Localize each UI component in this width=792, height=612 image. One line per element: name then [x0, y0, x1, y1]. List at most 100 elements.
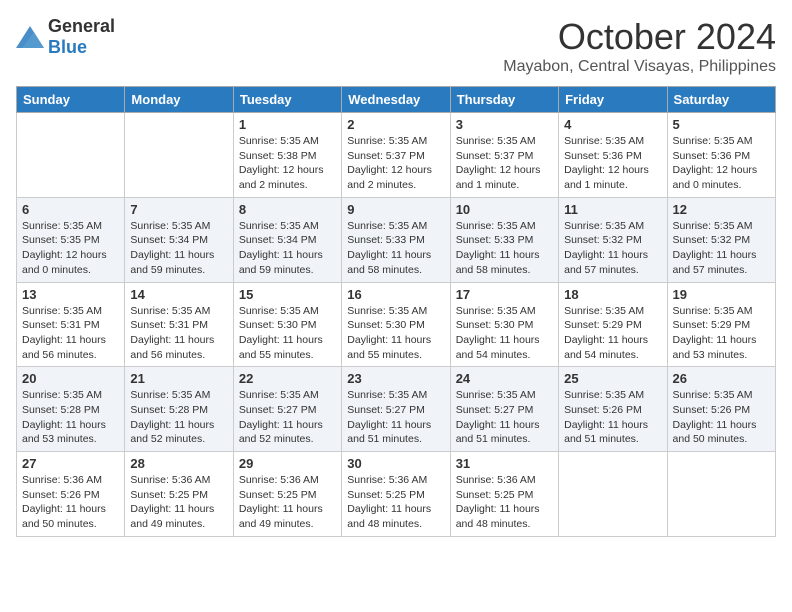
calendar-cell: 11Sunrise: 5:35 AMSunset: 5:32 PMDayligh…: [559, 197, 667, 282]
calendar-cell: 25 Sunrise: 5:35 AMSunset: 5:26 PMDayligh…: [559, 367, 667, 452]
day-info: Sunrise: 5:36 AMSunset: 5:25 PMDaylight:…: [456, 473, 553, 532]
day-number: 29: [239, 456, 336, 471]
day-number: 19: [673, 287, 770, 302]
day-info: Sunrise: 5:35 AMSunset: 5:27 PMDaylight:…: [347, 388, 444, 447]
calendar-cell: [667, 452, 775, 537]
day-info: Sunrise: 5:35 AMSunset: 5:30 PMDaylight:…: [239, 304, 336, 363]
day-number: 2: [347, 117, 444, 132]
day-info: Sunrise: 5:36 AMSunset: 5:25 PMDaylight:…: [130, 473, 227, 532]
calendar-cell: 20Sunrise: 5:35 AMSunset: 5:28 PMDayligh…: [17, 367, 125, 452]
location-title: Mayabon, Central Visayas, Philippines: [503, 58, 776, 76]
day-number: 6: [22, 202, 119, 217]
calendar-cell: 31 Sunrise: 5:36 AMSunset: 5:25 PMDayligh…: [450, 452, 558, 537]
day-info: Sunrise: 5:35 AMSunset: 5:33 PMDaylight:…: [347, 219, 444, 278]
day-number: 4: [564, 117, 661, 132]
day-number: 13: [22, 287, 119, 302]
logo-text: General Blue: [48, 16, 115, 58]
day-number: 8: [239, 202, 336, 217]
logo-icon: [16, 26, 44, 48]
day-info: Sunrise: 5:35 AMSunset: 5:30 PMDaylight:…: [347, 304, 444, 363]
calendar-cell: 27 Sunrise: 5:36 AMSunset: 5:26 PMDayligh…: [17, 452, 125, 537]
page-header: General Blue October 2024 Mayabon, Centr…: [16, 16, 776, 76]
week-row-1: 1 Sunrise: 5:35 AMSunset: 5:38 PMDaylight…: [17, 113, 776, 198]
col-header-friday: Friday: [559, 87, 667, 113]
day-number: 30: [347, 456, 444, 471]
day-number: 23: [347, 371, 444, 386]
logo: General Blue: [16, 16, 115, 58]
day-number: 22: [239, 371, 336, 386]
calendar-cell: 16 Sunrise: 5:35 AMSunset: 5:30 PMDayligh…: [342, 282, 450, 367]
calendar-cell: 14Sunrise: 5:35 AMSunset: 5:31 PMDayligh…: [125, 282, 233, 367]
day-number: 26: [673, 371, 770, 386]
day-number: 15: [239, 287, 336, 302]
calendar-cell: 9 Sunrise: 5:35 AMSunset: 5:33 PMDaylight…: [342, 197, 450, 282]
calendar-cell: 1 Sunrise: 5:35 AMSunset: 5:38 PMDaylight…: [233, 113, 341, 198]
day-info: Sunrise: 5:36 AMSunset: 5:25 PMDaylight:…: [347, 473, 444, 532]
day-number: 31: [456, 456, 553, 471]
calendar-cell: 8Sunrise: 5:35 AMSunset: 5:34 PMDaylight…: [233, 197, 341, 282]
calendar-cell: 6 Sunrise: 5:35 AMSunset: 5:35 PMDaylight…: [17, 197, 125, 282]
calendar-cell: [17, 113, 125, 198]
day-info: Sunrise: 5:35 AMSunset: 5:28 PMDaylight:…: [130, 388, 227, 447]
day-info: Sunrise: 5:35 AMSunset: 5:32 PMDaylight:…: [673, 219, 770, 278]
calendar-cell: 22 Sunrise: 5:35 AMSunset: 5:27 PMDayligh…: [233, 367, 341, 452]
day-info: Sunrise: 5:35 AMSunset: 5:38 PMDaylight:…: [239, 134, 336, 193]
calendar-cell: 13 Sunrise: 5:35 AMSunset: 5:31 PMDayligh…: [17, 282, 125, 367]
logo-general: General: [48, 16, 115, 36]
day-number: 17: [456, 287, 553, 302]
calendar-cell: 18Sunrise: 5:35 AMSunset: 5:29 PMDayligh…: [559, 282, 667, 367]
day-number: 27: [22, 456, 119, 471]
calendar-cell: 24Sunrise: 5:35 AMSunset: 5:27 PMDayligh…: [450, 367, 558, 452]
week-row-3: 13 Sunrise: 5:35 AMSunset: 5:31 PMDayligh…: [17, 282, 776, 367]
day-info: Sunrise: 5:35 AMSunset: 5:36 PMDaylight:…: [564, 134, 661, 193]
logo-blue: Blue: [48, 37, 87, 57]
day-number: 24: [456, 371, 553, 386]
day-info: Sunrise: 5:35 AMSunset: 5:31 PMDaylight:…: [22, 304, 119, 363]
day-info: Sunrise: 5:36 AMSunset: 5:26 PMDaylight:…: [22, 473, 119, 532]
col-header-saturday: Saturday: [667, 87, 775, 113]
title-block: October 2024 Mayabon, Central Visayas, P…: [503, 16, 776, 76]
day-info: Sunrise: 5:35 AMSunset: 5:37 PMDaylight:…: [347, 134, 444, 193]
day-info: Sunrise: 5:35 AMSunset: 5:26 PMDaylight:…: [564, 388, 661, 447]
calendar-header-row: SundayMondayTuesdayWednesdayThursdayFrid…: [17, 87, 776, 113]
day-number: 16: [347, 287, 444, 302]
calendar-cell: 28 Sunrise: 5:36 AMSunset: 5:25 PMDayligh…: [125, 452, 233, 537]
day-info: Sunrise: 5:35 AMSunset: 5:35 PMDaylight:…: [22, 219, 119, 278]
calendar-cell: 30 Sunrise: 5:36 AMSunset: 5:25 PMDayligh…: [342, 452, 450, 537]
calendar-cell: [125, 113, 233, 198]
day-number: 3: [456, 117, 553, 132]
day-number: 14: [130, 287, 227, 302]
week-row-5: 27 Sunrise: 5:36 AMSunset: 5:26 PMDayligh…: [17, 452, 776, 537]
day-info: Sunrise: 5:35 AMSunset: 5:28 PMDaylight:…: [22, 388, 119, 447]
calendar-cell: 15 Sunrise: 5:35 AMSunset: 5:30 PMDayligh…: [233, 282, 341, 367]
day-info: Sunrise: 5:35 AMSunset: 5:30 PMDaylight:…: [456, 304, 553, 363]
col-header-monday: Monday: [125, 87, 233, 113]
calendar-cell: 5Sunrise: 5:35 AMSunset: 5:36 PMDaylight…: [667, 113, 775, 198]
calendar-cell: 2 Sunrise: 5:35 AMSunset: 5:37 PMDaylight…: [342, 113, 450, 198]
col-header-sunday: Sunday: [17, 87, 125, 113]
day-number: 21: [130, 371, 227, 386]
day-number: 25: [564, 371, 661, 386]
calendar-cell: 3 Sunrise: 5:35 AMSunset: 5:37 PMDaylight…: [450, 113, 558, 198]
day-info: Sunrise: 5:35 AMSunset: 5:26 PMDaylight:…: [673, 388, 770, 447]
calendar-cell: 10Sunrise: 5:35 AMSunset: 5:33 PMDayligh…: [450, 197, 558, 282]
week-row-2: 6 Sunrise: 5:35 AMSunset: 5:35 PMDaylight…: [17, 197, 776, 282]
week-row-4: 20Sunrise: 5:35 AMSunset: 5:28 PMDayligh…: [17, 367, 776, 452]
day-number: 12: [673, 202, 770, 217]
day-info: Sunrise: 5:35 AMSunset: 5:37 PMDaylight:…: [456, 134, 553, 193]
day-info: Sunrise: 5:36 AMSunset: 5:25 PMDaylight:…: [239, 473, 336, 532]
day-info: Sunrise: 5:35 AMSunset: 5:27 PMDaylight:…: [239, 388, 336, 447]
calendar-cell: 12 Sunrise: 5:35 AMSunset: 5:32 PMDayligh…: [667, 197, 775, 282]
day-info: Sunrise: 5:35 AMSunset: 5:29 PMDaylight:…: [564, 304, 661, 363]
calendar-cell: 26 Sunrise: 5:35 AMSunset: 5:26 PMDayligh…: [667, 367, 775, 452]
col-header-wednesday: Wednesday: [342, 87, 450, 113]
day-number: 28: [130, 456, 227, 471]
month-title: October 2024: [503, 16, 776, 58]
day-number: 1: [239, 117, 336, 132]
day-number: 9: [347, 202, 444, 217]
day-info: Sunrise: 5:35 AMSunset: 5:29 PMDaylight:…: [673, 304, 770, 363]
col-header-tuesday: Tuesday: [233, 87, 341, 113]
calendar-cell: [559, 452, 667, 537]
col-header-thursday: Thursday: [450, 87, 558, 113]
day-number: 10: [456, 202, 553, 217]
